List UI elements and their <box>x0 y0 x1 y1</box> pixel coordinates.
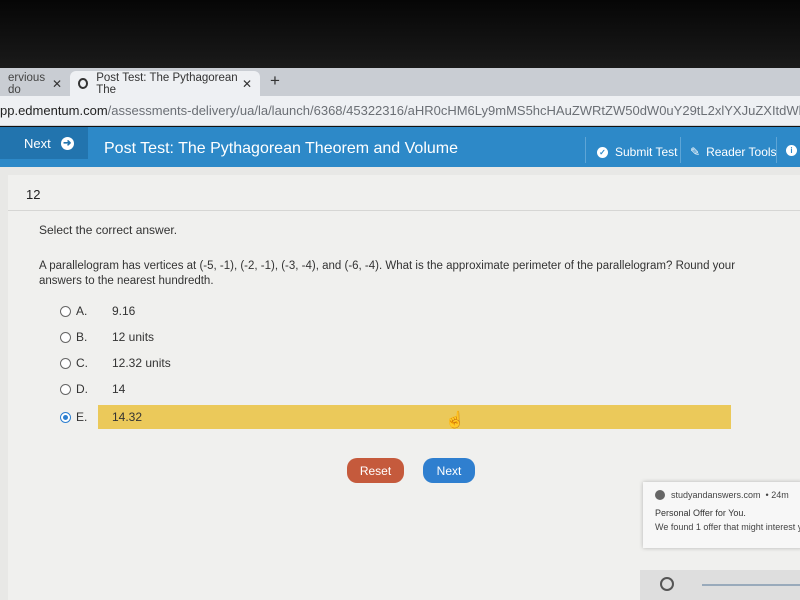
option-value: 9.16 <box>112 304 136 318</box>
info-icon: i <box>786 145 797 156</box>
submit-test-label: Submit Test <box>615 145 678 159</box>
option-d[interactable]: D. 14 <box>60 379 125 399</box>
option-c[interactable]: C. 12.32 units <box>60 353 171 373</box>
notification-source: studyandanswers.com • 24m <box>655 490 789 500</box>
pen-icon: ✎ <box>690 145 701 159</box>
option-letter: C. <box>76 356 88 370</box>
close-icon[interactable]: ✕ <box>242 77 252 91</box>
notification-title: Personal Offer for You. <box>655 508 746 518</box>
header-next-label: Next <box>24 135 51 151</box>
option-b[interactable]: B. 12 units <box>60 327 154 347</box>
option-letter: B. <box>76 330 88 344</box>
app-header: Next ➜ Post Test: The Pythagorean Theore… <box>0 127 800 167</box>
divider <box>585 137 586 163</box>
radio-button[interactable] <box>60 331 71 343</box>
hand-cursor-icon: ☝ <box>445 412 465 429</box>
reader-tools-button[interactable]: ✎ Reader Tools <box>690 145 777 159</box>
monitor-bezel <box>0 0 800 68</box>
option-value: 14 <box>112 382 126 396</box>
notification-body: We found 1 offer that might interest y <box>655 522 800 532</box>
option-letter: E. <box>76 410 88 424</box>
settings-icon[interactable] <box>660 577 674 591</box>
notification-popup[interactable]: studyandanswers.com • 24m Personal Offer… <box>643 482 800 548</box>
radio-button[interactable] <box>60 357 71 369</box>
option-a[interactable]: A. 9.16 <box>60 301 135 321</box>
tab-title: ervious do <box>8 71 46 96</box>
divider <box>776 137 777 163</box>
option-e[interactable]: E. 14.32 <box>60 407 142 427</box>
url-text[interactable]: pp.edmentum.com/assessments-delivery/ua/… <box>0 103 800 118</box>
screen: ervious do ✕ Post Test: The Pythagorean … <box>0 0 800 600</box>
option-value: 14.32 <box>112 410 143 424</box>
url-host: pp.edmentum.com <box>0 103 108 118</box>
taskbar <box>640 570 800 600</box>
browser-tab-active[interactable]: Post Test: The Pythagorean The ✕ <box>70 71 260 96</box>
selected-answer-highlight <box>98 405 731 429</box>
close-icon[interactable]: ✕ <box>52 77 62 91</box>
divider <box>680 137 681 163</box>
arrow-right-icon: ➜ <box>60 136 74 150</box>
option-letter: A. <box>76 304 88 318</box>
check-circle-icon: ✓ <box>597 146 608 158</box>
radio-button-selected[interactable] <box>60 411 71 423</box>
header-next-button[interactable]: Next ➜ <box>0 127 88 159</box>
radio-button[interactable] <box>60 305 71 317</box>
option-letter: D. <box>76 382 88 396</box>
browser-tab-previous[interactable]: ervious do ✕ <box>0 71 70 96</box>
instruction-text: Select the correct answer. <box>39 223 178 237</box>
edmentum-favicon-icon <box>78 78 89 89</box>
tab-title: Post Test: The Pythagorean The <box>96 71 238 96</box>
url-path: /assessments-delivery/ua/la/launch/6368/… <box>107 103 800 118</box>
notification-time: • 24m <box>765 490 789 500</box>
notification-site: studyandanswers.com <box>671 490 761 500</box>
divider <box>702 584 800 586</box>
option-value: 12 units <box>112 330 155 344</box>
address-bar[interactable]: pp.edmentum.com/assessments-delivery/ua/… <box>0 96 800 126</box>
info-button[interactable]: i <box>786 145 800 156</box>
chrome-icon <box>655 490 665 500</box>
next-button[interactable]: Next <box>423 458 475 483</box>
question-number: 12 <box>26 187 41 202</box>
browser-tab-bar: ervious do ✕ Post Test: The Pythagorean … <box>0 68 800 96</box>
question-text: A parallelogram has vertices at (-5, -1)… <box>39 260 736 287</box>
reset-button[interactable]: Reset <box>347 458 404 483</box>
radio-button[interactable] <box>60 383 71 395</box>
reader-tools-label: Reader Tools <box>706 145 777 159</box>
submit-test-button[interactable]: ✓ Submit Test <box>597 145 677 159</box>
new-tab-button[interactable]: + <box>270 71 280 91</box>
question-number-bar: 12 <box>8 175 800 211</box>
page-title: Post Test: The Pythagorean Theorem and V… <box>104 140 458 157</box>
option-value: 12.32 units <box>112 356 171 370</box>
